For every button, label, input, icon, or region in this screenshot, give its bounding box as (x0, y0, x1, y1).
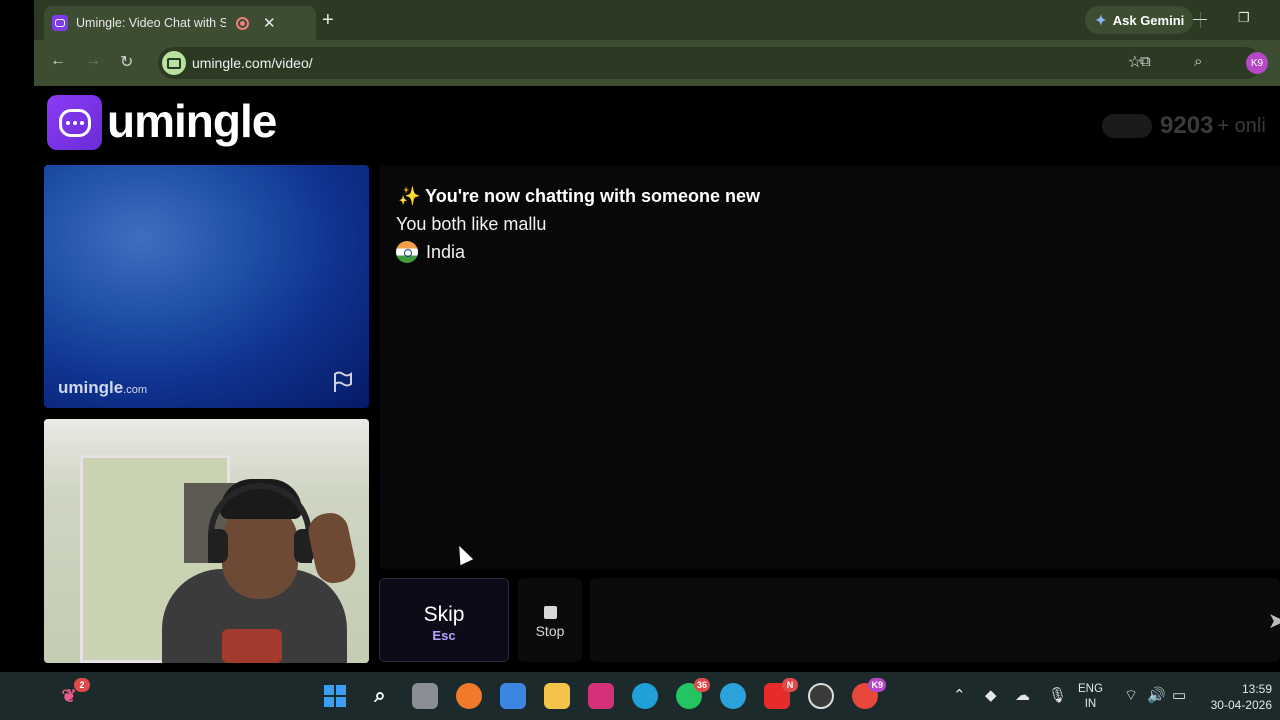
clock-time: 13:59 (1241, 682, 1272, 696)
edge-icon[interactable] (632, 683, 658, 709)
chrome-icon[interactable]: K9 (852, 678, 886, 709)
logo-text[interactable]: umingle (107, 94, 277, 148)
stop-label: Stop (535, 623, 565, 639)
start-icon[interactable] (322, 683, 348, 709)
skip-label: Skip (423, 603, 465, 626)
minimize-icon[interactable]: — (1193, 10, 1207, 26)
chat-common-interest: You both like mallu (396, 214, 547, 234)
chat-country: India (396, 241, 465, 263)
microphone-icon[interactable]: 🎙 (1048, 686, 1067, 704)
ask-gemini-label: Ask Gemini (1112, 12, 1185, 28)
chrome-profile-badge: K9 (868, 678, 886, 692)
file-explorer-icon[interactable] (544, 683, 570, 709)
lang-code: ENG (1078, 683, 1103, 695)
tab-title: Umingle: Video Chat with Strangers (76, 16, 226, 30)
message-input[interactable] (590, 578, 1250, 662)
taskbar: ❦ 2 ⌕ 36 N K9 ⌃ ◆ ☁ 🎙 ENG IN ⌔ � (0, 672, 1280, 720)
report-flag-icon[interactable] (331, 370, 355, 394)
skip-shortcut: Esc (432, 628, 456, 643)
new-tab-button[interactable]: + (322, 9, 334, 32)
tray-overflow-icon[interactable]: ⌃ (953, 686, 966, 704)
language-indicator[interactable]: ENG IN (1078, 682, 1103, 712)
whatsapp-icon[interactable]: 36 (676, 678, 710, 709)
obs-icon[interactable] (808, 683, 834, 709)
back-icon[interactable]: ← (50, 52, 66, 70)
browser-tab-bar: Umingle: Video Chat with Strangers ✕ + ✦… (34, 0, 1280, 40)
instagram-icon[interactable] (588, 683, 614, 709)
forward-icon[interactable]: → (85, 52, 101, 70)
tab-search-icon[interactable]: ⌕ (1194, 53, 1202, 70)
task-view-icon[interactable] (412, 683, 438, 709)
send-icon[interactable]: ➤ (1268, 608, 1280, 634)
recording-icon (236, 16, 249, 30)
stop-icon (543, 606, 557, 619)
site-info-icon[interactable] (162, 51, 186, 75)
chat-system-message: ✨ You're now chatting with someone new (398, 186, 761, 206)
microsoft-store-icon[interactable] (500, 683, 526, 709)
online-suffix: + onli (1217, 114, 1266, 137)
firefox-icon[interactable] (456, 683, 482, 709)
youtube-icon[interactable]: N (764, 678, 798, 709)
online-toggle[interactable] (1102, 114, 1152, 138)
address-bar[interactable]: umingle.com/video/ ☆ (158, 47, 1262, 79)
ask-gemini-button[interactable]: ✦ Ask Gemini (1085, 6, 1193, 34)
screen: Umingle: Video Chat with Strangers ✕ + ✦… (0, 0, 1280, 720)
extensions-icon[interactable]: ⧉ (1140, 53, 1151, 70)
stranger-video: umingle.com (44, 165, 369, 408)
video-watermark: umingle.com (58, 378, 147, 398)
profile-avatar[interactable]: K9 (1246, 52, 1268, 74)
lang-region: IN (1084, 698, 1097, 710)
clock-date: 30-04-2026 (1210, 698, 1272, 712)
url-text: umingle.com/video/ (192, 55, 313, 71)
browser-tab[interactable]: Umingle: Video Chat with Strangers ✕ (44, 6, 316, 40)
browser-toolbar: ← → ↻ umingle.com/video/ ☆ ⧉ ⌕ K9 (34, 40, 1280, 86)
watermark-domain: .com (123, 384, 148, 396)
battery-icon[interactable]: ▭ (1172, 686, 1186, 704)
onedrive-icon[interactable]: ☁ (1015, 686, 1030, 704)
youtube-badge: N (782, 678, 798, 692)
logo-icon[interactable] (47, 95, 102, 150)
self-camera-video (44, 419, 369, 663)
page: umingle 9203 + onli umingle.com ✨ You're… (34, 86, 1280, 672)
left-edge (0, 0, 34, 672)
whatsapp-badge: 36 (693, 678, 710, 692)
telegram-icon[interactable] (720, 683, 746, 709)
country-name: India (426, 241, 466, 262)
online-counter: 9203 + onli (1102, 112, 1266, 140)
widgets-icon[interactable]: ❦ 2 (56, 678, 90, 709)
gemini-icon: ✦ (1095, 11, 1107, 28)
search-icon[interactable]: ⌕ (367, 683, 393, 709)
dropbox-icon[interactable]: ◆ (985, 686, 997, 704)
stop-button[interactable]: Stop (518, 578, 582, 662)
system-clock[interactable]: 13:59 30-04-2026 (1206, 681, 1272, 713)
restore-icon[interactable]: ❐ (1238, 10, 1250, 26)
site-favicon-icon (52, 15, 68, 31)
india-flag-icon (396, 241, 418, 263)
message-box: ➤ (590, 578, 1280, 662)
tab-close-icon[interactable]: ✕ (263, 14, 276, 32)
watermark-main: umingle (58, 378, 124, 397)
volume-icon[interactable]: 🔊 (1147, 686, 1166, 704)
widgets-badge: 2 (74, 678, 90, 692)
online-count: 9203 (1160, 112, 1214, 139)
skip-button[interactable]: Skip Esc (379, 578, 509, 662)
reload-icon[interactable]: ↻ (120, 52, 133, 72)
chat-panel: ✨ You're now chatting with someone new Y… (380, 165, 1280, 569)
wifi-icon[interactable]: ⌔ (1124, 686, 1138, 705)
